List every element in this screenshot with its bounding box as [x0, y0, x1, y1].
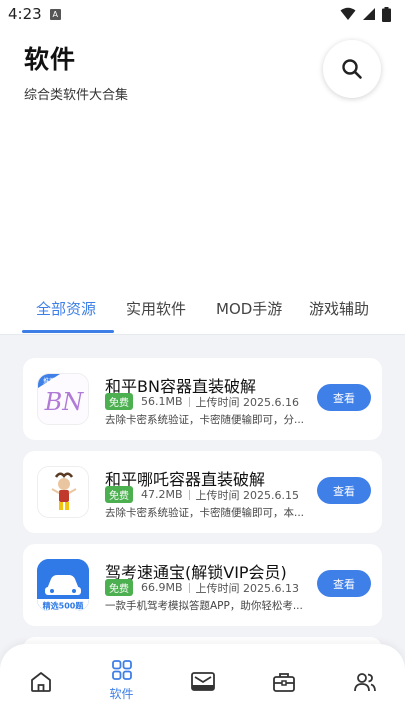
battery-icon: [382, 6, 391, 22]
app-description: 去除卡密系统验证，卡密随便输即可，分...: [105, 414, 305, 426]
recommend-tag: 推荐: [43, 377, 55, 385]
category-tabs: 全部资源 实用软件 MOD手游 游戏辅助: [0, 292, 405, 336]
tab-utility-software[interactable]: 实用软件: [126, 292, 186, 336]
app-size: 47.2MB: [141, 488, 183, 501]
list-item[interactable]: 和平哪吒容器直装破解 免费 47.2MB 上传时间 2025.6.15 去除卡密…: [23, 451, 382, 533]
free-badge: 免费: [105, 393, 133, 410]
toolbox-icon: [272, 673, 295, 692]
upload-time: 上传时间 2025.6.16: [195, 395, 300, 409]
app-meta: 免费 56.1MB 上传时间 2025.6.16: [105, 393, 299, 410]
nav-inbox[interactable]: [162, 644, 243, 720]
page-title: 软件: [24, 45, 77, 74]
bn-logo-icon: BN 推荐: [37, 373, 89, 425]
bottom-navigation: 软件: [0, 644, 405, 720]
nav-software-label: 软件: [109, 687, 134, 701]
wifi-icon: [340, 7, 356, 20]
nav-toolbox[interactable]: [243, 644, 324, 720]
app-size: 56.1MB: [141, 395, 183, 408]
status-icons: [340, 6, 391, 22]
apps-grid-icon: [111, 660, 132, 680]
active-tab-indicator: [22, 330, 114, 333]
app-description: 去除卡密系统验证，卡密随便输即可，本...: [105, 507, 305, 519]
notification-icon: A: [49, 8, 61, 20]
app-size: 66.9MB: [141, 581, 183, 594]
meta-divider: [188, 396, 190, 407]
list-item[interactable]: 精选500题 驾考速通宝(解锁VIP会员) 免费 66.9MB 上传时间 202…: [23, 544, 382, 626]
nav-home[interactable]: [0, 644, 81, 720]
home-icon: [30, 672, 51, 692]
meta-divider: [188, 489, 190, 500]
search-button[interactable]: [323, 40, 381, 98]
app-meta: 免费 66.9MB 上传时间 2025.6.13: [105, 579, 299, 596]
car-exam-caption: 精选500题: [43, 601, 85, 611]
meta-divider: [188, 582, 190, 593]
page-subtitle: 综合类软件大合集: [24, 88, 129, 103]
search-icon: [342, 59, 362, 79]
inbox-icon: [190, 672, 215, 691]
tab-game-assist[interactable]: 游戏辅助: [309, 292, 369, 336]
app-meta: 免费 47.2MB 上传时间 2025.6.15: [105, 486, 299, 503]
nav-software[interactable]: 软件: [81, 644, 162, 720]
upload-time: 上传时间 2025.6.13: [195, 581, 300, 595]
view-button[interactable]: 查看: [317, 477, 371, 504]
status-bar: 4:23 A: [0, 0, 405, 28]
tab-mod-games[interactable]: MOD手游: [216, 292, 282, 336]
nav-users[interactable]: [324, 644, 405, 720]
signal-icon: [363, 8, 375, 20]
bn-logo-text: BN: [44, 388, 85, 416]
app-description: 一款手机驾考模拟答题APP，助你轻松考...: [105, 600, 303, 612]
upload-time: 上传时间 2025.6.15: [195, 488, 300, 502]
free-badge: 免费: [105, 579, 133, 596]
nezha-character-icon: [37, 466, 89, 518]
page-header: 软件 综合类软件大合集: [24, 40, 128, 103]
free-badge: 免费: [105, 486, 133, 503]
list-item[interactable]: BN 推荐 和平BN容器直装破解 免费 56.1MB 上传时间 2025.6.1…: [23, 358, 382, 440]
status-time: 4:23: [8, 5, 42, 23]
view-button[interactable]: 查看: [317, 570, 371, 597]
view-button[interactable]: 查看: [317, 384, 371, 411]
users-icon: [353, 673, 376, 692]
car-exam-icon: 精选500题: [37, 559, 89, 611]
